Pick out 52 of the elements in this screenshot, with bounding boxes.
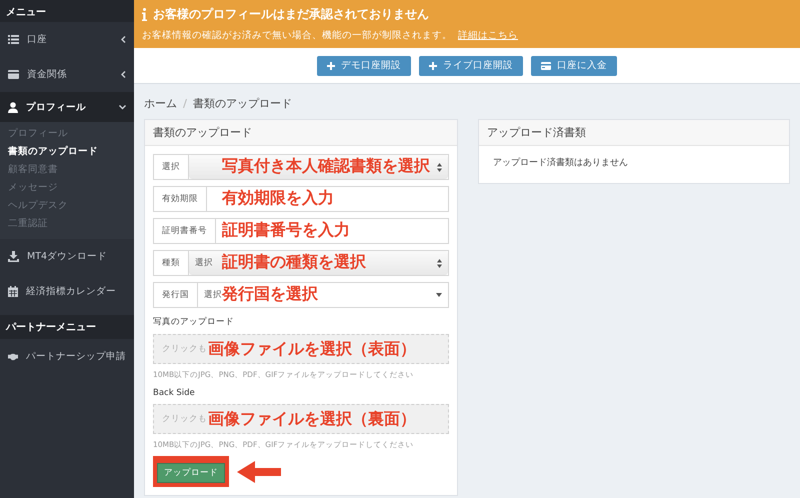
pointer-arrow xyxy=(237,460,281,482)
annotation: 写真付き本人確認書類を選択 xyxy=(222,156,430,176)
updown-icon xyxy=(437,258,442,268)
form-field[interactable]: 証明書番号 証明書番号を入力 xyxy=(153,218,449,244)
drop-zone-placeholder: クリックも xyxy=(162,343,207,355)
annotation: 画像ファイルを選択（裏面） xyxy=(208,409,416,429)
plus-icon xyxy=(429,62,437,70)
menu-heading: パートナーメニュー xyxy=(0,315,134,339)
breadcrumb-separator xyxy=(183,99,187,108)
sidebar-item[interactable]: 口座 xyxy=(0,22,134,57)
sidebar-item[interactable]: パートナーシップ申請 xyxy=(0,339,134,374)
breadcrumb-item[interactable]: ホーム xyxy=(144,96,177,111)
form-field[interactable]: 有効期限 有効期限を入力 xyxy=(153,186,449,212)
annotation: 証明書番号を入力 xyxy=(222,220,350,240)
banner-title: お客様のプロフィールはまだ承認されておりません xyxy=(153,6,429,23)
annotation: 発行国を選択 xyxy=(222,284,318,304)
annotation: 画像ファイルを選択（表面） xyxy=(208,339,416,359)
action-button[interactable]: ライブ口座開設 xyxy=(419,56,523,76)
panel-title: アップロード済書類 xyxy=(479,120,789,146)
plus-icon xyxy=(327,62,335,70)
form-field[interactable]: 種類 選択 証明書の種類を選択 xyxy=(153,250,449,276)
calendar-icon xyxy=(8,286,18,297)
select-value: 選択 xyxy=(204,290,222,300)
breadcrumb-item: 書類のアップロード xyxy=(193,96,292,111)
sidebar-subitem[interactable]: 書類のアップロード xyxy=(0,143,134,161)
list-icon xyxy=(8,35,19,44)
upload-label: 写真のアップロード xyxy=(153,316,235,328)
banner-message: お客様情報の確認がお済みで無い場合、機能の一部が制限されます。 xyxy=(142,29,452,42)
action-button[interactable]: 口座に入金 xyxy=(531,56,617,76)
panel-title: 書類のアップロード xyxy=(145,120,457,146)
annotation: 有効期限を入力 xyxy=(222,188,334,208)
handshake-icon xyxy=(8,352,18,360)
updown-icon xyxy=(437,162,442,172)
empty-message: アップロード済書類はありません xyxy=(492,156,629,170)
card-icon xyxy=(8,70,19,79)
upload-label: Back Side xyxy=(153,388,196,398)
sidebar-item[interactable]: プロフィール xyxy=(0,92,134,122)
sidebar-item[interactable]: 資金関係 xyxy=(0,57,134,92)
user-icon xyxy=(8,102,18,112)
sidebar-item[interactable]: 経済指標カレンダー xyxy=(0,274,134,309)
menu-heading: メニュー xyxy=(0,0,134,22)
action-button[interactable]: デモ口座開設 xyxy=(317,56,411,76)
drop-zone-placeholder: クリックも xyxy=(162,413,207,425)
annotation: 証明書の種類を選択 xyxy=(222,252,366,272)
info-icon xyxy=(142,8,147,21)
select-value: 選択 xyxy=(195,257,213,269)
sidebar-item[interactable]: MT4ダウンロード xyxy=(0,239,134,274)
form-field[interactable]: 発行国 選択発行国を選択 xyxy=(153,282,449,308)
form-field[interactable]: 選択 写真付き本人確認書類を選択 xyxy=(153,154,449,180)
card-icon xyxy=(541,62,551,70)
download-icon xyxy=(8,251,19,262)
caret-icon xyxy=(436,293,442,297)
